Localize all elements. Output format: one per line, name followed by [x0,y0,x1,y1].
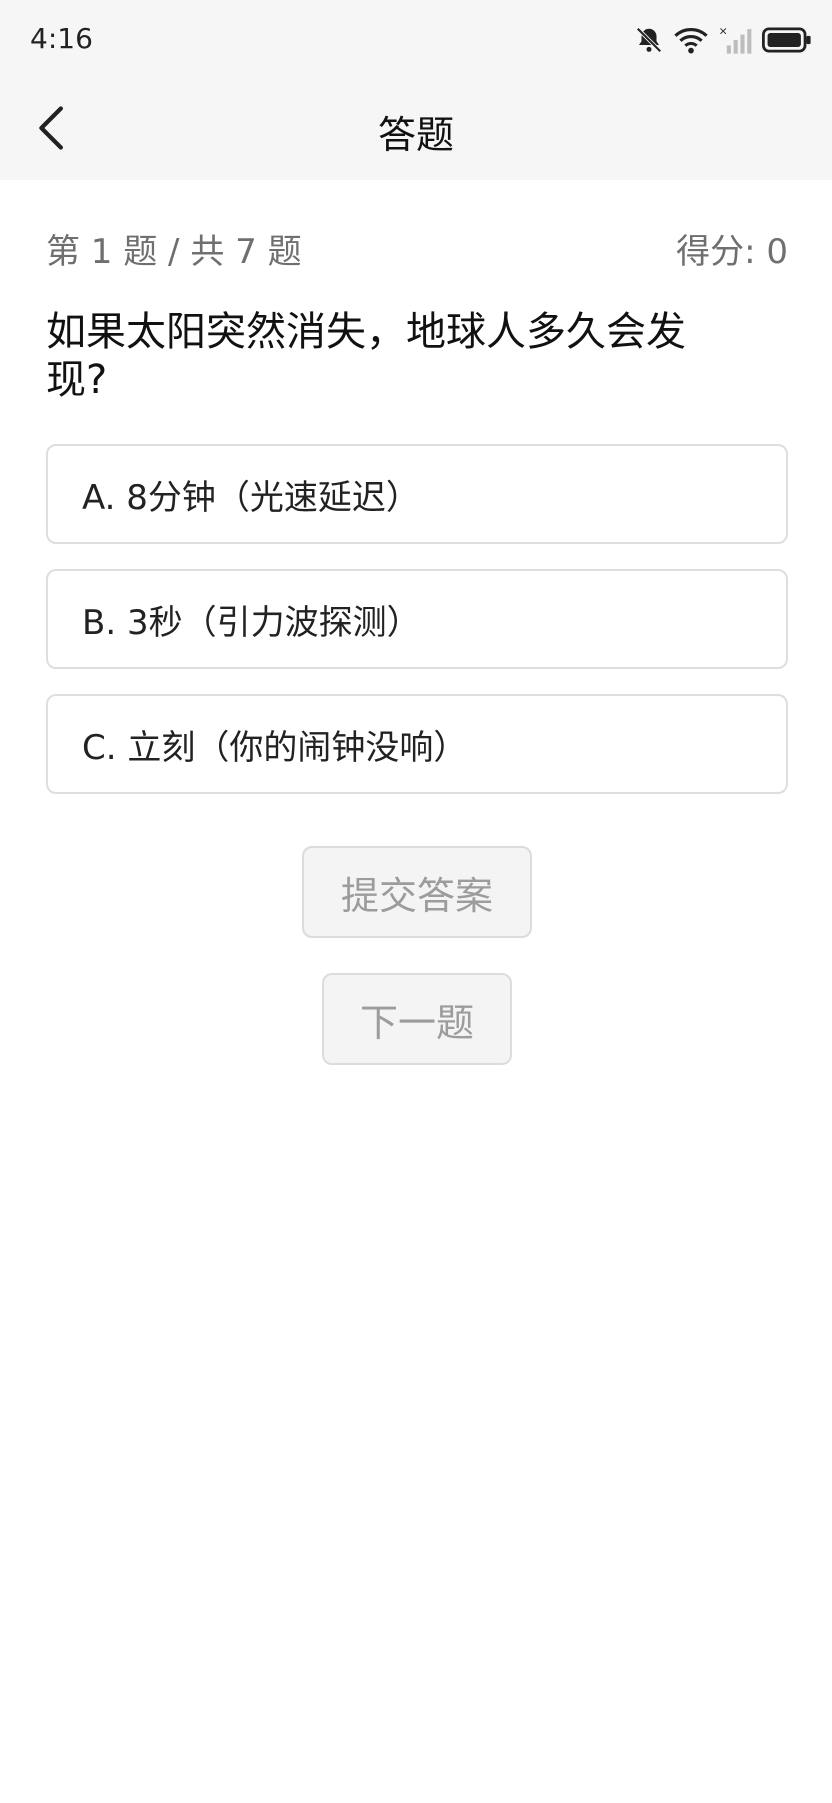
status-icons: × [634,24,812,56]
option-c[interactable]: C. 立刻（你的闹钟没响） [46,694,788,794]
status-time: 4:16 [30,22,93,55]
option-a[interactable]: A. 8分钟（光速延迟） [46,444,788,544]
page-title: 答题 [377,113,454,157]
battery-icon [762,26,812,54]
next-question-button[interactable]: 下一题 [322,973,512,1065]
quiz-meta-row: 第 1 题 / 共 7 题 得分: 0 [46,224,788,274]
option-b[interactable]: B. 3秒（引力波探测） [46,569,788,669]
question-progress: 第 1 题 / 共 7 题 [46,232,302,272]
svg-text:×: × [719,25,728,38]
answer-options: A. 8分钟（光速延迟） B. 3秒（引力波探测） C. 立刻（你的闹钟没响） [46,444,788,794]
submit-answer-button[interactable]: 提交答案 [302,846,532,938]
question-text: 如果太阳突然消失，地球人多久会发现? [46,309,686,403]
signal-icon: × [718,25,752,55]
bell-off-icon [634,25,664,55]
score-label: 得分: 0 [676,232,788,272]
quiz-content: 第 1 题 / 共 7 题 得分: 0 如果太阳突然消失，地球人多久会发现? A… [46,180,788,819]
status-bar: 4:16 × [0,0,832,80]
nav-bar: 答题 [0,80,832,180]
wifi-icon [674,25,708,55]
